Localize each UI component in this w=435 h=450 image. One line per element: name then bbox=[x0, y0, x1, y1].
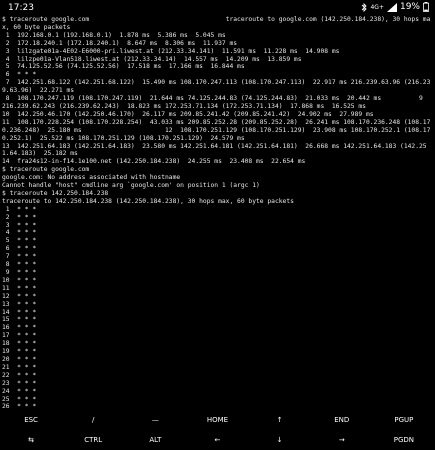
page-down-key[interactable]: PGDN bbox=[373, 430, 435, 450]
slash-key[interactable]: / bbox=[62, 410, 124, 430]
network-type-label: 4G+ bbox=[370, 3, 384, 11]
arrow-left-key[interactable]: ← bbox=[186, 430, 248, 450]
terminal-line: Cannot handle "host" cmdline arg `google… bbox=[2, 182, 260, 190]
terminal-line: 4 lilzpe01a-Vlan518.liwest.at (212.33.34… bbox=[2, 55, 302, 63]
terminal-line: 8 108.170.247.119 (108.170.247.119) 21.6… bbox=[2, 95, 431, 110]
dash-key[interactable]: — bbox=[124, 410, 186, 430]
arrow-right-key[interactable]: → bbox=[311, 430, 373, 450]
terminal-line: 7 * * * bbox=[2, 253, 37, 261]
terminal-line: 9 * * * bbox=[2, 269, 37, 276]
terminal-line: 6 * * * bbox=[2, 245, 37, 253]
terminal-line: 21 * * * bbox=[2, 363, 37, 371]
terminal-line: traceroute to 142.250.184.238 (142.250.1… bbox=[2, 197, 294, 205]
arrow-up-key[interactable]: ↑ bbox=[249, 410, 311, 430]
terminal-line: 3 lilzgate01a-4E02-E6000-pri.liwest.at (… bbox=[2, 47, 340, 55]
status-time: 17:23 bbox=[8, 3, 34, 13]
terminal-line: 5 74.125.52.56 (74.125.52.56) 17.518 ms … bbox=[2, 63, 245, 71]
signal-icon bbox=[386, 2, 397, 12]
bluetooth-icon bbox=[361, 2, 368, 12]
extra-keys-row-1: ESC / — HOME ↑ END PGUP bbox=[0, 410, 435, 430]
status-bar: 17:23 4G+ 19% bbox=[0, 0, 435, 16]
terminal-line: 6 * * * bbox=[2, 71, 37, 79]
terminal-line: 14 * * * bbox=[2, 308, 37, 316]
terminal-line: 24 * * * bbox=[2, 387, 37, 395]
terminal-line: google.com: No address associated with h… bbox=[2, 174, 181, 182]
terminal-line: $ traceroute google.com traceroute to go… bbox=[2, 16, 431, 31]
terminal-line: $ traceroute google.com bbox=[2, 166, 90, 174]
status-icons: 4G+ 19% bbox=[361, 2, 429, 12]
alt-key[interactable]: ALT bbox=[124, 430, 186, 450]
terminal-line: 26 * * * bbox=[2, 403, 37, 410]
terminal-line: 12 * * * bbox=[2, 292, 37, 300]
extra-keys-row-2: ⇆ CTRL ALT ← ↓ → PGDN bbox=[0, 430, 435, 450]
terminal-line: 5 * * * bbox=[2, 237, 37, 245]
terminal-line: 2 * * * bbox=[2, 213, 37, 221]
terminal-line: 16 * * * bbox=[2, 324, 37, 332]
terminal-line: 1 * * * bbox=[2, 205, 37, 213]
terminal-line: 10 * * * bbox=[2, 276, 37, 284]
arrow-down-key[interactable]: ↓ bbox=[249, 430, 311, 450]
terminal-line: 17 * * * bbox=[2, 332, 37, 340]
terminal-line: 10 142.250.46.170 (142.250.46.170) 26.11… bbox=[2, 110, 374, 118]
terminal-line: 11 * * * bbox=[2, 284, 37, 292]
terminal-line: 22 * * * bbox=[2, 371, 37, 379]
page-up-key[interactable]: PGUP bbox=[373, 410, 435, 430]
battery-icon bbox=[423, 2, 429, 12]
terminal-line: 15 * * * bbox=[2, 316, 37, 324]
terminal-line: 4 * * * bbox=[2, 229, 37, 237]
terminal-line: $ traceroute 142.250.184.238 bbox=[2, 189, 109, 197]
terminal-line: 14 fra24s12-in-f14.1e100.net (142.250.18… bbox=[2, 158, 306, 166]
terminal-line: 13 * * * bbox=[2, 300, 37, 308]
terminal-output[interactable]: $ traceroute google.com traceroute to go… bbox=[2, 16, 433, 410]
tab-key[interactable]: ⇆ bbox=[0, 430, 62, 450]
terminal-line: 19 * * * bbox=[2, 348, 37, 356]
ctrl-key[interactable]: CTRL bbox=[62, 430, 124, 450]
terminal-line: 18 * * * bbox=[2, 340, 37, 348]
terminal-line: 23 * * * bbox=[2, 379, 37, 387]
extra-keys-bar: ESC / — HOME ↑ END PGUP ⇆ CTRL ALT ← ↓ → PGDN bbox=[0, 410, 435, 450]
terminal-line: 7 142.251.68.122 (142.251.68.122) 15.490… bbox=[2, 79, 431, 95]
home-key[interactable]: HOME bbox=[186, 410, 248, 430]
terminal-line: 13 142.251.64.183 (142.251.64.183) 23.58… bbox=[2, 142, 427, 158]
terminal-line: 3 * * * bbox=[2, 221, 37, 229]
terminal-line: 1 192.168.0.1 (192.168.0.1) 1.878 ms 5.3… bbox=[2, 31, 226, 39]
terminal-line: 8 * * * bbox=[2, 261, 37, 269]
terminal-line: 2 172.18.240.1 (172.18.240.1) 8.647 ms 8… bbox=[2, 39, 238, 47]
terminal-line: 11 108.170.228.254 (108.170.228.254) 43.… bbox=[2, 118, 431, 142]
terminal-line: 20 * * * bbox=[2, 355, 37, 363]
battery-percent: 19% bbox=[399, 2, 420, 12]
end-key[interactable]: END bbox=[311, 410, 373, 430]
escape-key[interactable]: ESC bbox=[0, 410, 62, 430]
terminal-line: 25 * * * bbox=[2, 395, 37, 403]
